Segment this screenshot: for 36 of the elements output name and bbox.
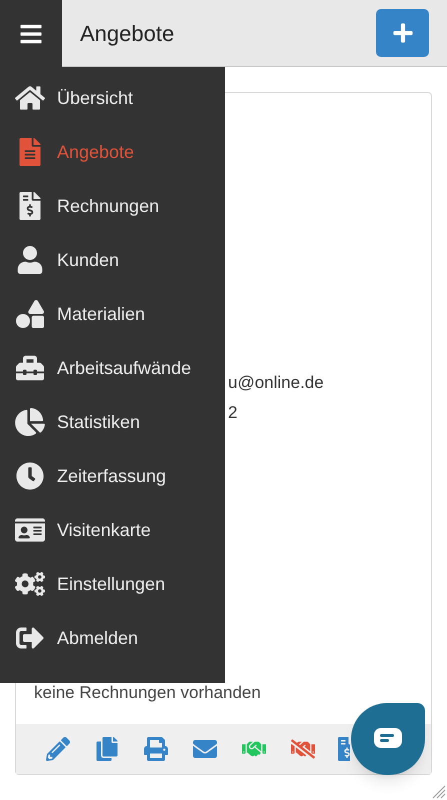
printer-icon <box>144 737 168 761</box>
resize-grip-icon <box>432 785 446 799</box>
handshake-slash-icon <box>291 737 315 761</box>
nav-item[interactable]: Einstellungen <box>0 557 225 611</box>
nav-item[interactable]: Zeiterfassung <box>0 449 225 503</box>
chat-button[interactable] <box>351 703 425 775</box>
chat-icon <box>373 727 403 751</box>
pencil-icon <box>46 737 70 761</box>
home-icon <box>15 84 45 112</box>
copy-icon <box>95 737 119 761</box>
add-button[interactable] <box>376 9 429 57</box>
nav-item[interactable]: Übersicht <box>0 71 225 125</box>
plus-icon <box>392 22 414 44</box>
page-title: Angebote <box>80 20 174 48</box>
nav-item[interactable]: Rechnungen <box>0 179 225 233</box>
user-icon <box>15 246 45 274</box>
printer-button[interactable] <box>142 735 170 763</box>
menu-button[interactable] <box>0 0 62 67</box>
shapes-icon <box>15 300 45 328</box>
id-card-icon <box>15 516 45 544</box>
nav-item[interactable]: Visitenkarte <box>0 503 225 557</box>
envelope-icon <box>193 737 217 761</box>
nav-item[interactable]: Statistiken <box>0 395 225 449</box>
nav-item[interactable]: Materialien <box>0 287 225 341</box>
clock-icon <box>15 462 45 490</box>
nav-item[interactable]: Abmelden <box>0 611 225 665</box>
pencil-button[interactable] <box>44 735 72 763</box>
gears-icon <box>15 570 45 598</box>
nav-item[interactable]: Arbeitsaufwände <box>0 341 225 395</box>
card-text: 2 <box>228 402 238 424</box>
card-text: u@online.de <box>228 372 325 394</box>
empty-message: keine Rechnungen vorhanden <box>34 683 261 702</box>
nav-item[interactable]: Kunden <box>0 233 225 287</box>
toolbox-icon <box>15 354 45 382</box>
invoice-button[interactable] <box>338 735 350 763</box>
pie-chart-icon <box>15 408 45 436</box>
